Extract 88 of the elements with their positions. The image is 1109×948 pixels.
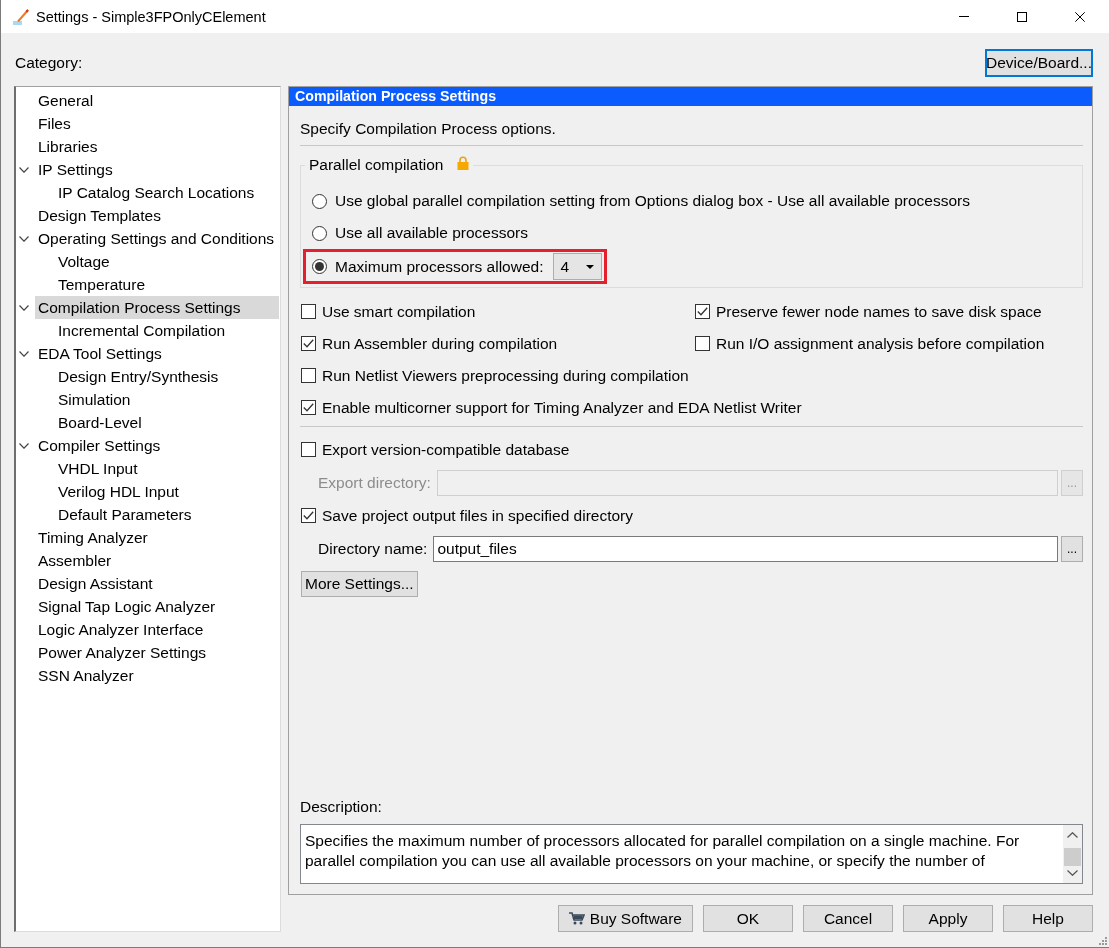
checkbox-label: Run I/O assignment analysis before compilation <box>716 334 1045 353</box>
tree-item[interactable]: Files <box>35 112 279 135</box>
checkbox[interactable] <box>301 368 316 383</box>
intro-text: Specify Compilation Process options. <box>300 120 556 138</box>
checkbox-label: Run Assembler during compilation <box>322 334 558 353</box>
checkbox[interactable] <box>301 400 316 415</box>
checkbox-label: Save project output files in specified directory <box>322 506 634 525</box>
caret-icon <box>586 264 595 269</box>
checkbox-label: Preserve fewer node names to save disk space <box>716 302 1042 321</box>
checkbox-label: Export version-compatible database <box>322 440 570 459</box>
tree-item[interactable]: Assembler <box>35 549 279 572</box>
dialog-button[interactable]: OK <box>703 905 793 932</box>
path-field[interactable]: output_files <box>433 535 1058 562</box>
panel-title: Compilation Process Settings <box>289 87 1092 106</box>
tree-item[interactable]: Compiler Settings <box>35 434 279 457</box>
tree-item[interactable]: EDA Tool Settings <box>35 342 279 365</box>
tree-item[interactable]: Design Assistant <box>35 572 279 595</box>
tree-item[interactable]: Design Templates <box>35 204 279 227</box>
radio-button[interactable] <box>312 193 327 209</box>
checkmark-icon <box>303 339 314 348</box>
chevron-up-icon[interactable] <box>1067 832 1078 838</box>
checkbox-label: Enable multicorner support for Timing Analyzer and EDA Netlist Writer <box>322 398 802 417</box>
tree-item[interactable]: Timing Analyzer <box>35 526 279 549</box>
checkbox[interactable] <box>301 442 316 457</box>
processor-count-dropdown[interactable]: 4 <box>553 253 603 280</box>
checkbox[interactable] <box>301 336 316 351</box>
radio-button[interactable] <box>312 225 327 241</box>
device-board-button[interactable]: Device/Board... <box>985 49 1093 77</box>
chevron-down-icon[interactable] <box>1067 870 1078 876</box>
radio-label: Maximum processors allowed: <box>335 257 544 276</box>
tree-item[interactable]: General <box>35 89 279 112</box>
pencil-icon <box>13 8 29 25</box>
checkbox[interactable] <box>695 336 710 351</box>
minimize-icon <box>959 16 969 17</box>
close-icon <box>1075 11 1085 22</box>
tree-item[interactable]: Compilation Process Settings <box>35 296 279 319</box>
radio-label: Use global parallel compilation setting from Options dialog box - Use all available processors <box>335 192 970 210</box>
checkbox-label: Use smart compilation <box>322 302 476 321</box>
chevron-down-icon[interactable] <box>19 166 29 173</box>
dialog-button[interactable]: Apply <box>903 905 993 932</box>
tree-item[interactable]: Libraries <box>35 135 279 158</box>
description-label: Description: <box>300 798 382 816</box>
checkmark-icon <box>303 403 314 412</box>
chevron-down-icon[interactable] <box>19 304 29 311</box>
checkbox[interactable] <box>695 304 710 319</box>
tree-item[interactable]: Default Parameters <box>55 503 279 526</box>
tree-item[interactable]: VHDL Input <box>55 457 279 480</box>
vertical-scrollbar[interactable] <box>1063 825 1082 883</box>
tree-item[interactable]: SSN Analyzer <box>35 664 279 687</box>
browse-button[interactable]: ... <box>1061 535 1083 562</box>
tree-item[interactable]: IP Catalog Search Locations <box>55 181 279 204</box>
tree-item[interactable]: Voltage <box>55 250 279 273</box>
tree-item[interactable]: Incremental Compilation <box>55 319 279 342</box>
checkbox[interactable] <box>301 508 316 523</box>
path-field[interactable] <box>436 469 1058 496</box>
tree-item[interactable]: IP Settings <box>35 158 279 181</box>
description-text: Specifies the maximum number of processors allocated for parallel compilation on a single machine. For parallel compilation you can use all available processors on your machine, or specify the number of <box>304 831 1021 871</box>
chevron-down-icon[interactable] <box>19 350 29 357</box>
tree-item[interactable]: Signal Tap Logic Analyzer <box>35 595 279 618</box>
tree-item[interactable]: Design Entry/Synthesis <box>55 365 279 388</box>
scroll-thumb[interactable] <box>1064 848 1081 866</box>
resize-grip-icon[interactable] <box>1098 936 1107 945</box>
dialog-button[interactable]: Cancel <box>803 905 893 932</box>
tree-item[interactable]: Board-Level <box>55 411 279 434</box>
tree-item[interactable]: Logic Analyzer Interface <box>35 618 279 641</box>
checkmark-icon <box>697 307 708 316</box>
chevron-down-icon[interactable] <box>19 442 29 449</box>
window-title: Settings - Simple3FPOnlyCElement <box>36 8 266 25</box>
dialog-button[interactable]: Help <box>1003 905 1093 932</box>
dialog-button[interactable]: Buy Software <box>557 905 693 932</box>
category-label: Category: <box>15 54 83 72</box>
field-label: Export directory: <box>318 473 431 492</box>
tree-item[interactable]: Operating Settings and Conditions <box>35 227 279 250</box>
group-title: Parallel compilation <box>309 156 444 174</box>
maximize-icon <box>1017 11 1027 22</box>
radio-button[interactable] <box>312 259 327 274</box>
radio-label: Use all available processors <box>335 224 528 242</box>
tree-item[interactable]: Simulation <box>55 388 279 411</box>
field-label: Directory name: <box>318 539 428 558</box>
chevron-down-icon[interactable] <box>19 235 29 242</box>
more-settings-button[interactable]: More Settings... <box>301 571 418 597</box>
checkbox[interactable] <box>301 304 316 319</box>
checkbox-label: Run Netlist Viewers preprocessing during compilation <box>322 366 689 385</box>
checkmark-icon <box>303 511 314 520</box>
tree-item[interactable]: Verilog HDL Input <box>55 480 279 503</box>
tree-item[interactable]: Power Analyzer Settings <box>35 641 279 664</box>
tree-item[interactable]: Temperature <box>55 273 279 296</box>
cart-icon <box>568 912 585 925</box>
